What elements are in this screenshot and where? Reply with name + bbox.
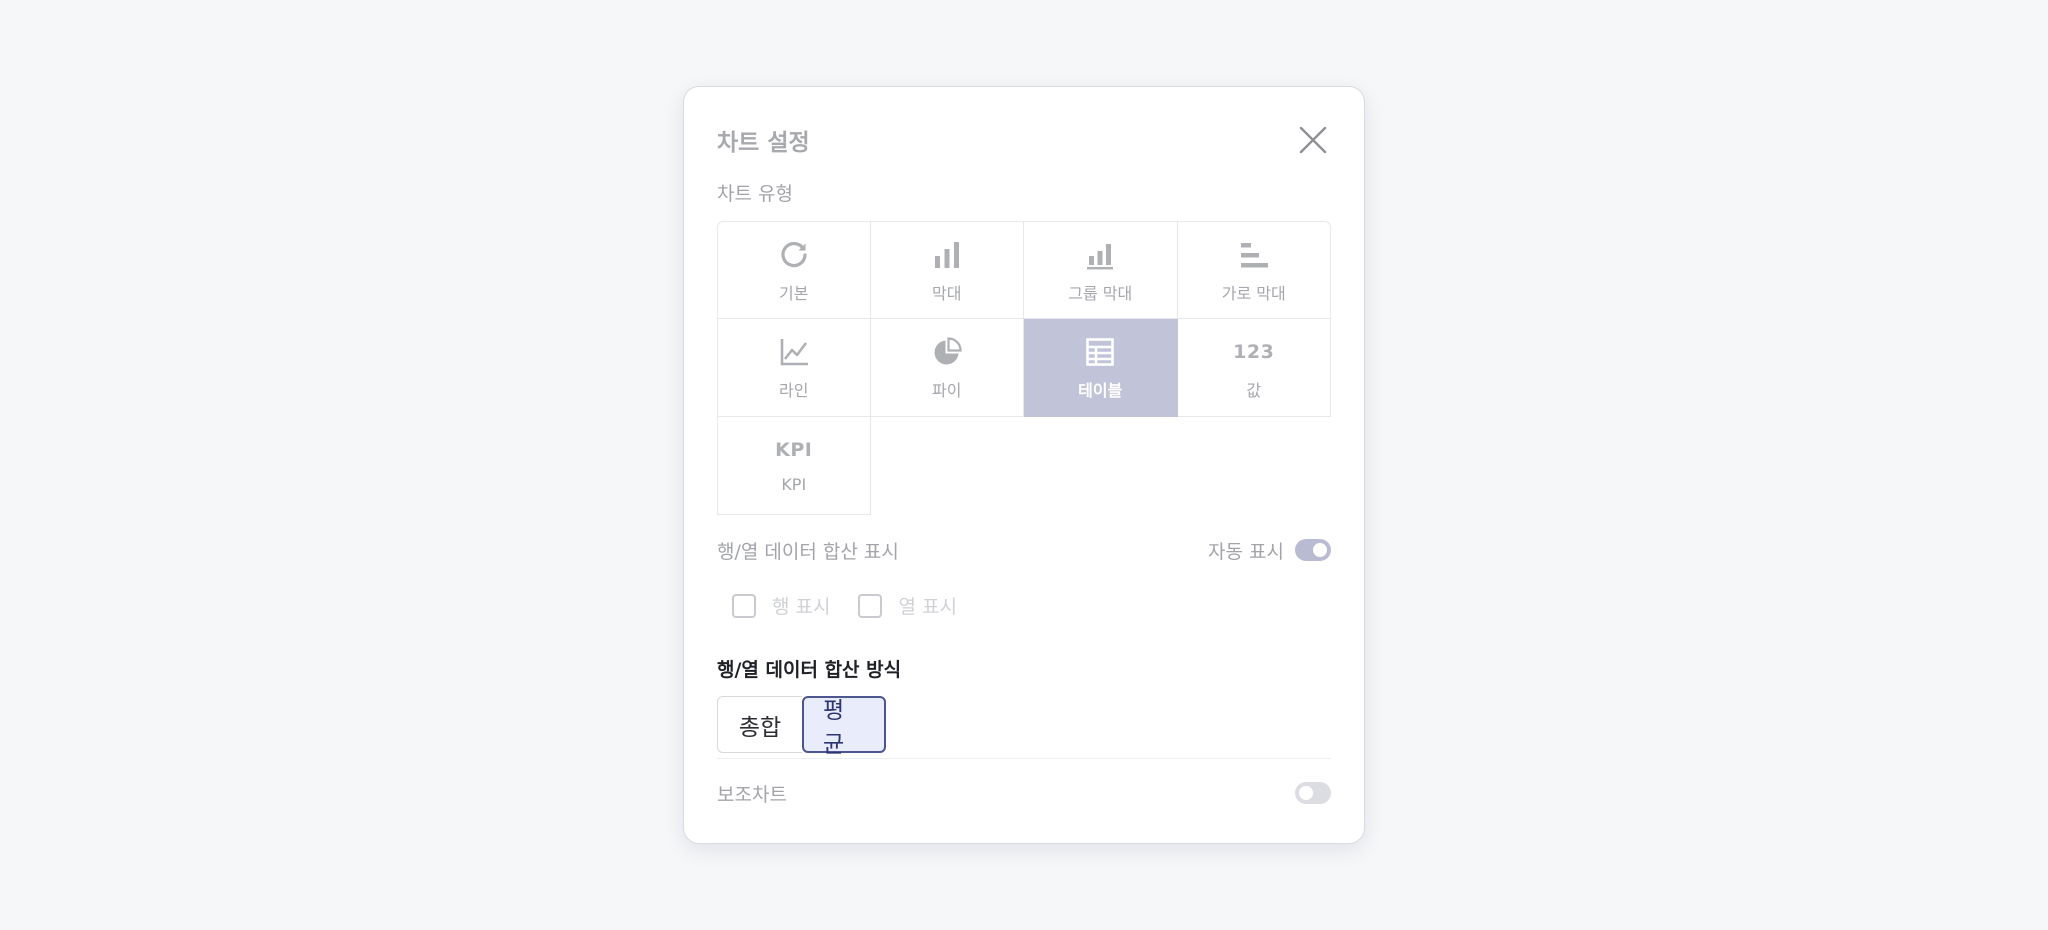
chart-type-basic[interactable]: 기본 — [717, 221, 871, 319]
chart-type-label-value: 값 — [1246, 381, 1262, 400]
chart-type-value[interactable]: 123 값 — [1177, 319, 1331, 417]
modal-title: 차트 설정 — [717, 130, 810, 156]
chart-type-table[interactable]: 테이블 — [1024, 319, 1178, 417]
number-icon-text: 123 — [1233, 341, 1275, 363]
row-display-checkbox[interactable]: 행 표시 — [732, 592, 830, 619]
auto-display-label: 자동 표시 — [1208, 541, 1284, 563]
refresh-icon — [777, 238, 811, 272]
chart-type-grid: 기본 막대 그룹 막대 가로 막대 라인 파이 테이블 123 값 KPI KP… — [717, 221, 1331, 515]
chart-type-label-bar: 막대 — [932, 284, 962, 303]
auto-display-toggle[interactable] — [1295, 539, 1331, 561]
line-chart-icon — [777, 335, 811, 369]
col-display-label: 열 표시 — [898, 596, 957, 618]
grouped-bar-chart-icon — [1083, 238, 1117, 272]
totals-display-label: 행/열 데이터 합산 표시 — [717, 541, 899, 563]
chart-type-label: 차트 유형 — [717, 183, 793, 205]
chart-type-line[interactable]: 라인 — [717, 319, 871, 417]
row-display-label: 행 표시 — [772, 596, 831, 618]
horizontal-bar-chart-icon — [1237, 238, 1271, 272]
chart-type-grouped-bar[interactable]: 그룹 막대 — [1024, 221, 1178, 319]
chart-type-label-line: 라인 — [779, 381, 809, 400]
number-icon: 123 — [1233, 335, 1274, 369]
kpi-icon-text: KPI — [775, 439, 813, 461]
chart-type-label-table: 테이블 — [1078, 381, 1123, 400]
checkbox-box — [732, 593, 756, 618]
pie-chart-icon — [930, 335, 964, 369]
chart-type-label-kpi: KPI — [781, 475, 807, 494]
totals-checkbox-row: 행 표시 열 표시 — [732, 592, 985, 619]
kpi-icon: KPI — [775, 433, 813, 467]
toggle-knob — [1299, 786, 1313, 800]
chart-type-kpi[interactable]: KPI KPI — [717, 417, 871, 515]
bar-chart-icon — [930, 238, 964, 272]
totals-method-label: 행/열 데이터 합산 방식 — [717, 659, 902, 681]
close-icon[interactable] — [1296, 123, 1330, 157]
chart-type-pie[interactable]: 파이 — [870, 319, 1024, 417]
chart-type-horizontal-bar[interactable]: 가로 막대 — [1177, 221, 1331, 319]
sub-chart-label: 보조차트 — [717, 784, 787, 806]
toggle-knob — [1313, 543, 1327, 557]
table-icon — [1083, 335, 1117, 369]
method-average-button[interactable]: 평균 — [802, 696, 886, 758]
method-sum-button[interactable]: 총합 — [717, 696, 802, 753]
chart-type-label-horizontal-bar: 가로 막대 — [1221, 284, 1286, 303]
chart-type-label-pie: 파이 — [932, 381, 962, 400]
chart-type-label-basic: 기본 — [779, 284, 809, 303]
chart-settings-modal: 차트 설정 차트 유형 기본 막대 그룹 막대 가로 막대 라인 파이 테이블 … — [683, 86, 1365, 844]
sub-chart-toggle[interactable] — [1295, 782, 1331, 804]
chart-type-label-grouped-bar: 그룹 막대 — [1068, 284, 1133, 303]
divider — [717, 758, 1331, 759]
checkbox-box — [858, 593, 883, 618]
chart-type-bar[interactable]: 막대 — [870, 221, 1024, 319]
col-display-checkbox[interactable]: 열 표시 — [858, 592, 957, 619]
totals-method-segmented: 총합 평균 — [717, 696, 886, 758]
